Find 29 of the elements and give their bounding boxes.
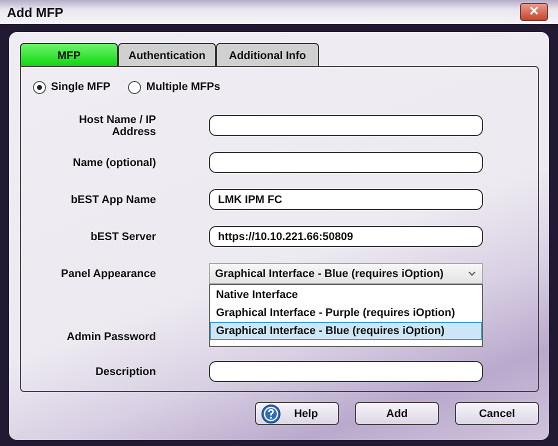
input-field[interactable] xyxy=(209,152,483,173)
input-field[interactable]: https://10.10.221.66:50809 xyxy=(209,226,483,247)
input-field[interactable]: LMK IPM FC xyxy=(209,189,483,210)
radio-label[interactable]: Multiple MFPs xyxy=(146,81,220,93)
dropdown-option[interactable]: Graphical Interface - Purple (requires iOption) xyxy=(210,304,482,322)
dropdown[interactable]: Graphical Interface - Blue (requires iOption) xyxy=(209,263,483,284)
field-label: Host Name / IP Address xyxy=(78,114,156,138)
help-icon xyxy=(261,404,281,424)
field-label: bEST Server xyxy=(90,230,156,242)
help-button[interactable]: Help xyxy=(255,402,339,425)
radio-button[interactable] xyxy=(128,80,142,94)
dialog-button[interactable]: Add xyxy=(355,402,439,425)
dropdown-option[interactable]: Native Interface xyxy=(210,286,482,304)
field-label: bEST App Name xyxy=(70,194,156,206)
tab[interactable]: Authentication xyxy=(118,43,216,67)
field-label: Name (optional) xyxy=(72,156,156,168)
dialog-button[interactable]: Cancel xyxy=(455,402,539,425)
radio-button[interactable] xyxy=(33,80,46,94)
caret-icon xyxy=(468,270,476,276)
field-label: Description xyxy=(94,366,156,378)
input-field[interactable] xyxy=(209,361,483,382)
dropdown-option[interactable]: Graphical Interface - Blue (requires iOption) xyxy=(210,322,482,340)
field-label: Admin Password xyxy=(66,331,156,343)
tab[interactable]: Additional Info xyxy=(216,43,319,67)
input-field[interactable] xyxy=(209,115,483,136)
window-title: Add MFP xyxy=(7,4,64,20)
radio-label[interactable]: Single MFP xyxy=(51,81,110,93)
field-label: Panel Appearance xyxy=(60,268,156,280)
tab[interactable]: MFP xyxy=(20,43,118,67)
